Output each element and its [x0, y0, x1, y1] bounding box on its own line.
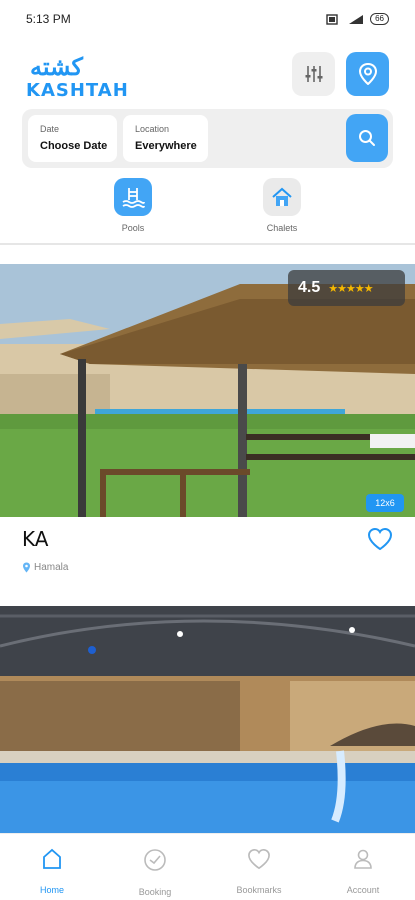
booking-icon	[144, 849, 166, 871]
header: كشته KASHTAH	[0, 48, 415, 104]
app-logo[interactable]: كشته KASHTAH	[26, 52, 128, 101]
listing-location: Hamala	[22, 562, 68, 573]
category-pools-label: Pools	[121, 223, 145, 233]
location-pin-icon	[23, 562, 30, 573]
user-icon	[354, 849, 372, 869]
map-button[interactable]	[346, 52, 389, 96]
sliders-icon	[305, 66, 322, 82]
location-field[interactable]: Location Everywhere	[123, 115, 208, 162]
listing-title[interactable]: KA	[22, 527, 48, 551]
nav-booking[interactable]: Booking	[120, 848, 190, 897]
signal-icon	[349, 14, 364, 24]
nav-bookmarks[interactable]: Bookmarks	[224, 848, 294, 895]
rating-badge: 4.5 ★★★★★	[288, 270, 405, 306]
date-label: Date	[40, 124, 60, 134]
logo-arabic-text: كشته	[30, 52, 83, 81]
filter-button[interactable]	[292, 52, 335, 96]
sim-icon	[326, 13, 338, 25]
map-pin-icon	[358, 63, 377, 85]
search-icon	[359, 130, 375, 146]
nav-home[interactable]: Home	[17, 848, 87, 895]
listing-photo-2[interactable]	[0, 606, 415, 833]
nav-account-label: Account	[346, 885, 380, 895]
location-label: Location	[135, 124, 170, 134]
divider	[0, 243, 415, 245]
heart-icon	[367, 527, 393, 551]
category-pools[interactable]: Pools	[103, 178, 163, 233]
date-field[interactable]: Date Choose Date	[28, 115, 117, 162]
pool-icon	[114, 178, 152, 216]
nav-account[interactable]: Account	[328, 848, 398, 895]
home-icon	[43, 848, 61, 869]
pool-size-badge: 12x6	[366, 494, 404, 512]
status-time: 5:13 PM	[26, 12, 71, 26]
rating-stars: ★★★★★	[328, 282, 373, 295]
battery-icon: 66	[370, 13, 389, 25]
date-value: Choose Date	[40, 140, 108, 152]
category-chalets-label: Chalets	[266, 223, 298, 233]
nav-booking-label: Booking	[138, 887, 172, 897]
heart-icon	[248, 849, 270, 870]
nav-home-label: Home	[39, 885, 64, 895]
status-icons: 66	[326, 13, 389, 25]
status-bar: 5:13 PM 66	[0, 0, 415, 38]
search-button[interactable]	[346, 114, 388, 162]
house-icon	[263, 178, 301, 216]
rating-value: 4.5	[298, 279, 321, 296]
location-value: Everywhere	[135, 140, 197, 152]
nav-bookmarks-label: Bookmarks	[236, 885, 282, 895]
bookmark-button[interactable]	[366, 525, 394, 553]
search-bar: Date Choose Date Location Everywhere	[22, 109, 393, 168]
category-bar: Pools Chalets	[0, 178, 415, 238]
bottom-navigation: Home Booking Bookmarks Account	[0, 833, 415, 900]
listing-location-text: Hamala	[34, 562, 69, 573]
logo-english-text: KASHTAH	[26, 80, 129, 101]
category-chalets[interactable]: Chalets	[252, 178, 312, 233]
